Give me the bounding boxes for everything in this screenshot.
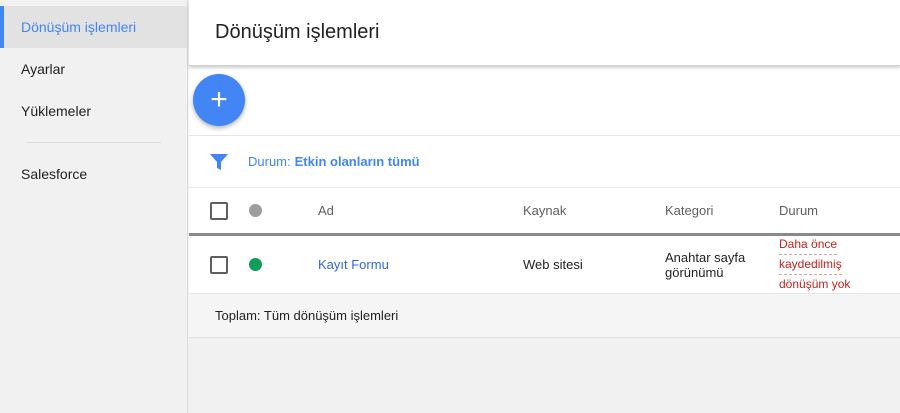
- filter-icon[interactable]: [209, 153, 229, 171]
- sidebar-item-settings[interactable]: Ayarlar: [0, 48, 187, 90]
- table-header: Ad Kaynak Kategori Durum: [189, 188, 900, 236]
- conversion-source: Web sitesi: [523, 257, 583, 272]
- filter-bar[interactable]: Durum: Etkin olanların tümü: [189, 136, 900, 188]
- sidebar-divider: [26, 142, 161, 143]
- status-column-header[interactable]: [249, 204, 262, 217]
- sidebar-item-uploads[interactable]: Yüklemeler: [0, 90, 187, 132]
- conversion-name-link[interactable]: Kayıt Formu: [318, 257, 389, 272]
- row-checkbox[interactable]: [210, 255, 228, 274]
- sidebar: Dönüşüm işlemleri Ayarlar Yüklemeler Sal…: [0, 0, 188, 413]
- sidebar-item-salesforce[interactable]: Salesforce: [0, 153, 187, 195]
- table-row: Kayıt Formu Web sitesi Anahtar sayfa gör…: [189, 236, 900, 294]
- conversion-table-card: + Durum: Etkin olanların tümü Ad Kaynak …: [189, 66, 900, 294]
- page-header: Dönüşüm işlemleri: [189, 0, 900, 66]
- enabled-dot-icon: [249, 258, 262, 271]
- select-all-checkbox[interactable]: [210, 201, 228, 220]
- table-total-row: Toplam: Tüm dönüşüm işlemleri: [189, 294, 900, 338]
- conversion-status[interactable]: Daha önce kaydedilmiş dönüşüm yok: [779, 235, 869, 294]
- row-status: [249, 258, 262, 271]
- status-line: dönüşüm yok: [779, 277, 851, 291]
- sidebar-item-conversion-actions[interactable]: Dönüşüm işlemleri: [0, 6, 187, 48]
- status-line: Daha önce: [779, 235, 838, 255]
- total-label: Toplam: Tüm dönüşüm işlemleri: [215, 308, 399, 323]
- status-dot-icon: [249, 204, 262, 217]
- column-header-source[interactable]: Kaynak: [523, 203, 566, 218]
- main-content: Dönüşüm işlemleri + Durum: Etkin olanlar…: [189, 0, 900, 413]
- plus-icon: +: [210, 83, 228, 116]
- filter-label: Durum:: [248, 154, 291, 169]
- column-header-status[interactable]: Durum: [779, 203, 818, 218]
- add-conversion-button[interactable]: +: [193, 74, 245, 126]
- filter-value[interactable]: Etkin olanların tümü: [295, 154, 420, 169]
- conversion-category: Anahtar sayfa görünümü: [665, 249, 746, 280]
- page-title: Dönüşüm işlemleri: [215, 21, 380, 43]
- column-header-category[interactable]: Kategori: [665, 203, 713, 218]
- column-header-name[interactable]: Ad: [318, 203, 334, 218]
- status-line: kaydedilmiş: [779, 255, 842, 275]
- toolbar: +: [189, 66, 900, 136]
